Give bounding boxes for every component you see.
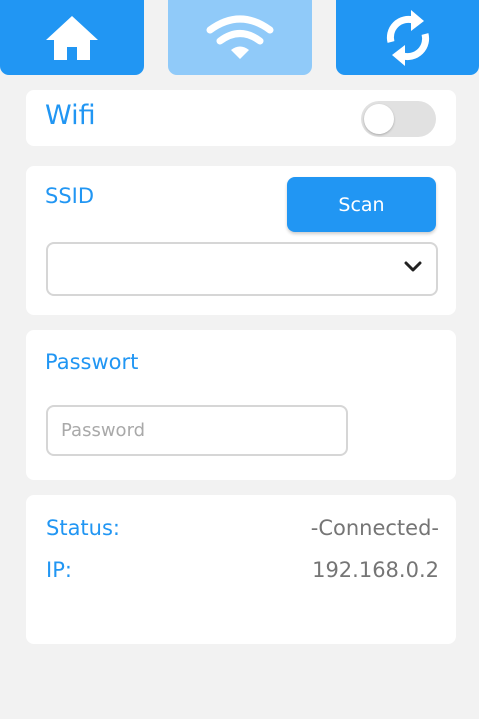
status-value: -Connected- — [310, 516, 439, 540]
ssid-card: SSID Scan — [26, 166, 456, 315]
ssid-select[interactable] — [46, 242, 438, 296]
ssid-label: SSID — [45, 184, 95, 208]
scan-button[interactable]: Scan — [287, 177, 436, 232]
tab-home[interactable] — [0, 0, 144, 75]
password-label: Passwort — [45, 350, 139, 374]
chevron-down-icon — [404, 261, 422, 272]
wifi-label: Wifi — [45, 100, 96, 131]
status-label: Status: — [46, 516, 120, 540]
home-icon — [46, 15, 98, 60]
ip-value: 192.168.0.2 — [312, 558, 439, 582]
toggle-knob — [364, 104, 394, 134]
wifi-icon — [206, 15, 274, 59]
tab-sync[interactable] — [336, 0, 479, 75]
tab-bar — [0, 0, 479, 76]
password-card: Passwort — [26, 330, 456, 480]
password-input[interactable] — [46, 405, 348, 456]
wifi-card: Wifi — [26, 90, 456, 146]
wifi-toggle[interactable] — [361, 101, 436, 137]
tab-wifi[interactable] — [168, 0, 312, 75]
ip-label: IP: — [46, 558, 72, 582]
status-card: Status: -Connected- IP: 192.168.0.2 — [26, 495, 456, 644]
sync-icon — [386, 9, 429, 66]
